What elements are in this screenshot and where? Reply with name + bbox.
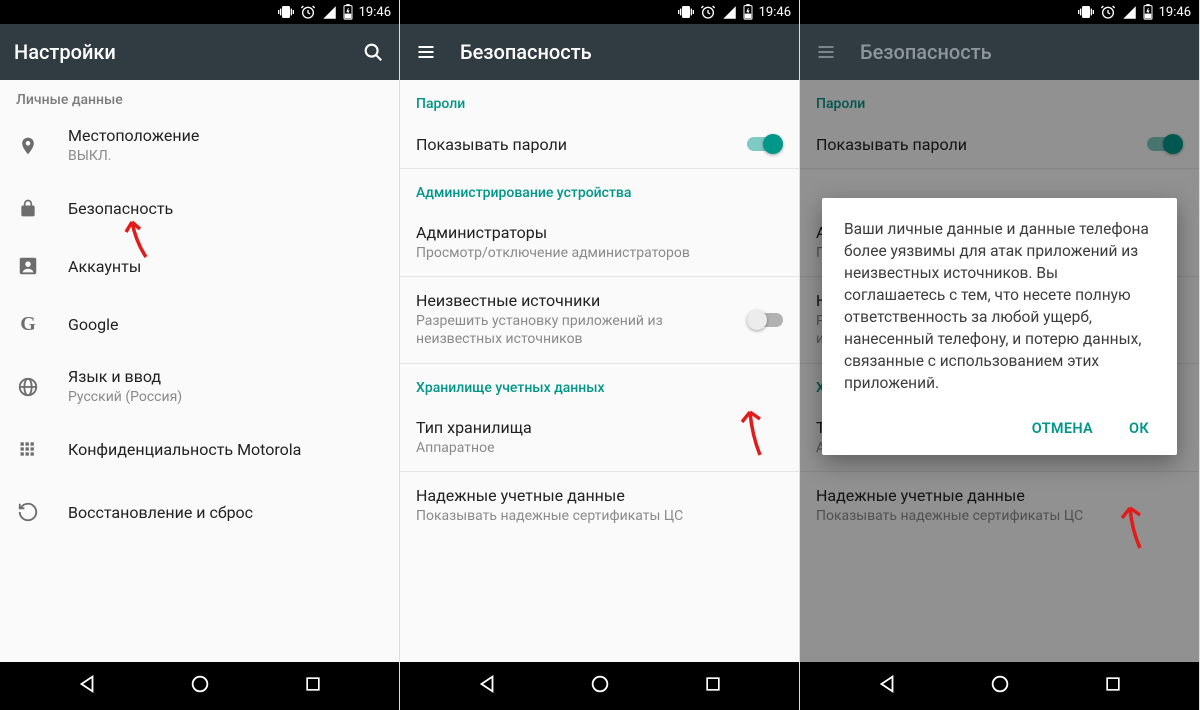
item-privacy[interactable]: Конфиденциальность Motorola — [0, 420, 399, 478]
nav-bar — [400, 662, 799, 710]
back-button[interactable] — [876, 673, 898, 699]
section-passwords: Пароли — [400, 80, 799, 120]
dialog-actions: ОТМЕНА ОК — [844, 412, 1155, 445]
security-list-dimmed: Пароли Показывать пароли Администрирован… — [800, 80, 1199, 662]
privacy-icon — [16, 439, 40, 459]
account-icon — [16, 255, 40, 277]
item-backup[interactable]: Восстановление и сброс — [0, 478, 399, 536]
item-label: Надежные учетные данные — [416, 486, 783, 505]
alarm-icon — [700, 4, 716, 20]
restore-icon — [16, 501, 40, 523]
alarm-icon — [1100, 4, 1116, 20]
battery-icon — [343, 4, 353, 20]
item-sub: Показывать надежные сертификаты ЦС — [416, 507, 783, 525]
recents-button[interactable] — [303, 674, 323, 698]
alarm-icon — [300, 4, 316, 20]
battery-icon — [743, 4, 753, 20]
hamburger-icon[interactable] — [414, 40, 438, 64]
status-bar: 19:46 — [0, 0, 399, 24]
item-sub: Русский (Россия) — [68, 388, 383, 406]
item-label: Неизвестные источники — [416, 291, 735, 310]
page-title: Настройки — [14, 40, 339, 64]
section-personal: Личные данные — [0, 80, 399, 112]
item-label: Язык и ввод — [68, 367, 383, 386]
vibrate-icon — [678, 4, 694, 20]
cancel-button[interactable]: ОТМЕНА — [1026, 412, 1099, 445]
settings-list: Личные данные Местоположение ВЫКЛ. Безоп… — [0, 80, 399, 662]
item-sub: Аппаратное — [416, 439, 783, 457]
toggle-unknown-sources[interactable] — [747, 310, 783, 330]
status-bar: 19:46 — [400, 0, 799, 24]
home-button[interactable] — [589, 673, 611, 699]
phone-settings: 19:46 Настройки Личные данные Местополож… — [0, 0, 400, 710]
section-admin: Администрирование устройства — [400, 169, 799, 209]
item-label: Аккаунты — [68, 257, 383, 276]
item-sub: Просмотр/отключение администраторов — [416, 244, 783, 262]
item-label: Показывать пароли — [416, 135, 735, 154]
nav-bar — [800, 662, 1199, 710]
item-unknown-sources[interactable]: Неизвестные источники Разрешить установк… — [400, 277, 799, 362]
nav-bar — [0, 662, 399, 710]
item-storage-type[interactable]: Тип хранилища Аппаратное — [400, 404, 799, 471]
security-list: Пароли Показывать пароли Администрирован… — [400, 80, 799, 662]
confirmation-dialog: Ваши личные данные и данные телефона бол… — [822, 198, 1177, 455]
back-button[interactable] — [76, 673, 98, 699]
phone-security: 19:46 Безопасность Пароли Показывать пар… — [400, 0, 800, 710]
item-show-passwords[interactable]: Показывать пароли — [400, 120, 799, 168]
signal-icon — [1122, 5, 1137, 20]
status-bar: 19:46 — [800, 0, 1199, 24]
item-trusted-creds[interactable]: Надежные учетные данные Показывать надеж… — [400, 472, 799, 539]
appbar: Безопасность — [800, 24, 1199, 80]
battery-icon — [1143, 4, 1153, 20]
item-label: Google — [68, 315, 383, 334]
item-location[interactable]: Местоположение ВЫКЛ. — [0, 112, 399, 179]
status-time: 19:46 — [1159, 5, 1191, 20]
item-label: Конфиденциальность Motorola — [68, 440, 383, 459]
appbar: Безопасность — [400, 24, 799, 80]
item-label: Восстановление и сброс — [68, 503, 383, 522]
signal-icon — [322, 5, 337, 20]
item-admins[interactable]: Администраторы Просмотр/отключение админ… — [400, 209, 799, 276]
item-security[interactable]: Безопасность — [0, 179, 399, 237]
vibrate-icon — [1078, 4, 1094, 20]
item-accounts[interactable]: Аккаунты — [0, 237, 399, 295]
home-button[interactable] — [189, 673, 211, 699]
recents-button[interactable] — [703, 674, 723, 698]
item-language[interactable]: Язык и ввод Русский (Россия) — [0, 353, 399, 420]
status-time: 19:46 — [759, 5, 791, 20]
location-icon — [16, 134, 40, 158]
lock-icon — [16, 197, 40, 219]
item-google[interactable]: G Google — [0, 295, 399, 353]
search-icon[interactable] — [361, 40, 385, 64]
item-label: Безопасность — [68, 199, 383, 218]
item-label: Администраторы — [416, 223, 783, 242]
globe-icon — [16, 376, 40, 398]
item-label: Местоположение — [68, 126, 383, 145]
home-button[interactable] — [989, 673, 1011, 699]
dialog-message: Ваши личные данные и данные телефона бол… — [844, 218, 1155, 394]
appbar: Настройки — [0, 24, 399, 80]
item-sub: Разрешить установку приложений из неизве… — [416, 312, 735, 348]
section-creds: Хранилище учетных данных — [400, 364, 799, 404]
item-sub: ВЫКЛ. — [68, 147, 383, 165]
vibrate-icon — [278, 4, 294, 20]
page-title: Безопасность — [860, 40, 1185, 64]
back-button[interactable] — [476, 673, 498, 699]
hamburger-icon — [814, 40, 838, 64]
page-title: Безопасность — [460, 40, 785, 64]
phone-dialog: 19:46 Безопасность Пароли Показывать пар… — [800, 0, 1200, 710]
ok-button[interactable]: ОК — [1123, 412, 1155, 445]
recents-button[interactable] — [1103, 674, 1123, 698]
item-label: Тип хранилища — [416, 418, 783, 437]
toggle-show-passwords[interactable] — [747, 134, 783, 154]
status-time: 19:46 — [359, 5, 391, 20]
google-icon: G — [16, 313, 40, 336]
signal-icon — [722, 5, 737, 20]
